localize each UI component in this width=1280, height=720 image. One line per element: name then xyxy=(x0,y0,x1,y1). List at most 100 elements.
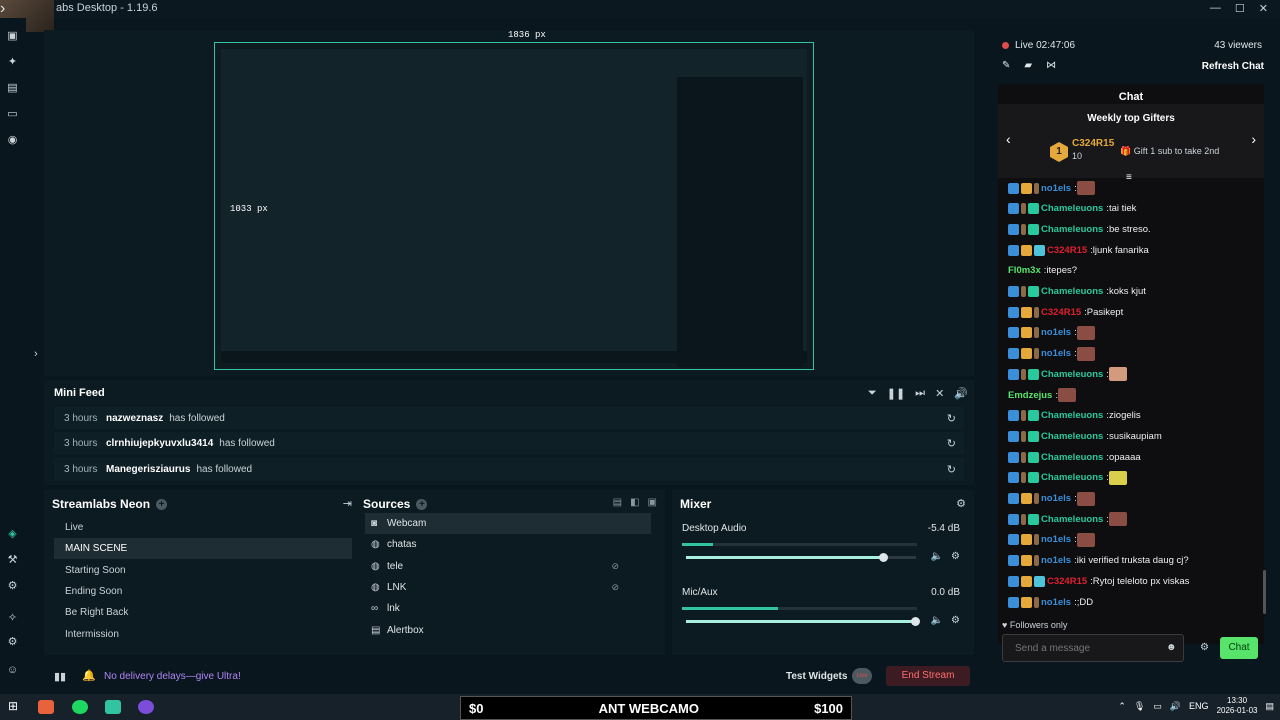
emote-icon[interactable] xyxy=(1076,325,1095,340)
collapse-gifters-icon[interactable]: ≡ xyxy=(1126,172,1132,183)
editor-preview[interactable]: 1836 px 1033 px xyxy=(44,30,974,376)
replay-icon[interactable]: ↻ xyxy=(947,412,956,425)
hidden-eye-icon[interactable]: ⊘ xyxy=(611,577,619,598)
blue-badge-icon[interactable] xyxy=(1008,286,1019,297)
bits-badge-icon[interactable] xyxy=(1034,182,1039,194)
scene-item[interactable]: Starting Soon xyxy=(54,560,352,581)
stats-icon[interactable]: ▮▮ xyxy=(54,670,66,683)
share-icon[interactable]: ⋈ xyxy=(1046,60,1056,71)
crown-badge-icon[interactable] xyxy=(1021,327,1032,339)
blue-badge-icon[interactable] xyxy=(1008,203,1019,215)
teal-badge-icon[interactable] xyxy=(1028,368,1039,380)
test-widgets-button[interactable]: Test Widgets xyxy=(786,671,847,682)
language-indicator[interactable]: ENG xyxy=(1189,701,1209,711)
scene-preview[interactable] xyxy=(214,42,814,370)
streamlabs-icon[interactable] xyxy=(105,700,121,714)
emote-icon[interactable] xyxy=(1076,491,1095,506)
user-icon[interactable]: ☺ xyxy=(6,664,19,677)
emote-icon[interactable] xyxy=(1076,181,1095,195)
chat-settings-icon[interactable]: ⚙ xyxy=(1200,642,1209,653)
replay-icon[interactable]: ↻ xyxy=(947,463,956,476)
editor-icon[interactable]: ▣ xyxy=(6,30,19,43)
volume-tray-icon[interactable]: 🔊 xyxy=(1170,701,1181,712)
studio-mode-icon[interactable]: ◈ xyxy=(6,528,19,541)
notification-icon[interactable]: 🔔 xyxy=(82,669,96,682)
teal-badge-icon[interactable] xyxy=(1028,286,1039,297)
pin-icon[interactable]: ▰ xyxy=(1024,60,1032,71)
crown-badge-icon[interactable] xyxy=(1021,555,1032,567)
teal-badge-icon[interactable] xyxy=(1028,410,1039,422)
bits-badge-icon[interactable] xyxy=(1021,203,1026,215)
bits-badge-icon[interactable] xyxy=(1021,223,1026,235)
crown-badge-icon[interactable] xyxy=(1021,493,1032,504)
sparkle-icon[interactable]: ✧ xyxy=(6,612,19,625)
teal-badge-icon[interactable] xyxy=(1028,451,1039,463)
scene-item[interactable]: Be Right Back xyxy=(54,602,352,623)
crown-badge-icon[interactable] xyxy=(1021,534,1032,546)
chat-username[interactable]: Emdzejus xyxy=(1008,390,1052,401)
emote-icon[interactable] xyxy=(1108,470,1127,485)
source-item[interactable]: ◍ LNK ⊘ xyxy=(365,577,651,598)
filter-icon[interactable]: ⏷ xyxy=(868,387,877,400)
group-icon[interactable]: ◧ xyxy=(630,497,639,508)
chat-username[interactable]: Chameleuons xyxy=(1041,224,1103,235)
emote-picker-icon[interactable]: ☻ xyxy=(1166,642,1177,653)
chat-username[interactable]: no1els xyxy=(1041,183,1071,194)
add-source-icon[interactable]: + xyxy=(416,498,428,510)
teal-badge-icon[interactable] xyxy=(1028,472,1039,484)
bits-badge-icon[interactable] xyxy=(1034,348,1039,360)
mute-alerts-icon[interactable]: ✕ xyxy=(935,387,944,400)
expand-left-icon[interactable]: › xyxy=(34,348,38,360)
ultra-promo-link[interactable]: No delivery delays—give Ultra! xyxy=(104,671,241,682)
next-gifter-icon[interactable]: › xyxy=(1251,131,1256,147)
channel-settings-icon[interactable]: ⚙ xyxy=(951,551,960,562)
bits-badge-icon[interactable] xyxy=(1021,513,1026,525)
mute-icon[interactable]: 🔈 xyxy=(931,615,943,626)
source-item[interactable]: ▤ Alertbox xyxy=(365,620,651,641)
bits-badge-icon[interactable] xyxy=(1034,493,1039,504)
source-item[interactable]: ∞ lnk xyxy=(365,598,651,619)
blue-badge-icon[interactable] xyxy=(1008,513,1019,525)
scene-transitions-icon[interactable]: ⇥ xyxy=(343,497,352,510)
chat-username[interactable]: no1els xyxy=(1041,555,1071,566)
layout-icon[interactable]: ▭ xyxy=(6,108,19,121)
start-icon[interactable]: ⊞ xyxy=(8,699,18,713)
teal-badge-icon[interactable] xyxy=(1028,223,1039,235)
bits-badge-icon[interactable] xyxy=(1021,286,1026,297)
bits-badge-icon[interactable] xyxy=(1034,327,1039,339)
chat-username[interactable]: no1els xyxy=(1041,327,1071,338)
send-chat-button[interactable]: Chat xyxy=(1220,637,1258,659)
settings-icon[interactable]: ⚙ xyxy=(6,636,19,649)
volume-slider-knob[interactable] xyxy=(878,553,888,562)
folder-icon[interactable]: ▤ xyxy=(613,497,622,508)
emote-icon[interactable] xyxy=(1108,367,1127,382)
blue-badge-icon[interactable] xyxy=(1008,575,1019,587)
notifications-icon[interactable]: ▤ xyxy=(1265,701,1274,712)
chat-username[interactable]: Chameleuons xyxy=(1041,472,1103,483)
chat-username[interactable]: C324R15 xyxy=(1047,245,1087,256)
scene-item[interactable]: Live xyxy=(54,517,352,538)
blue-badge-icon[interactable] xyxy=(1008,534,1019,546)
brave-icon[interactable] xyxy=(38,700,54,714)
bits-badge-icon[interactable] xyxy=(1034,555,1039,567)
tools-icon[interactable]: ⚒ xyxy=(6,554,19,567)
blue-badge-icon[interactable] xyxy=(1008,244,1019,256)
chat-username[interactable]: Chameleuons xyxy=(1041,203,1103,214)
bits-badge-icon[interactable] xyxy=(1034,306,1039,318)
chat-username[interactable]: Chameleuons xyxy=(1041,286,1103,297)
blue-badge-icon[interactable] xyxy=(1008,430,1019,442)
close-button[interactable]: ✕ xyxy=(1259,2,1268,15)
mic-icon[interactable]: 🎙 xyxy=(1134,701,1145,712)
blue-badge-icon[interactable] xyxy=(1008,306,1019,318)
chat-username[interactable]: no1els xyxy=(1041,534,1071,545)
minimize-button[interactable]: — xyxy=(1210,2,1221,15)
volume-slider[interactable] xyxy=(686,617,920,626)
collapse-chat-button[interactable]: › xyxy=(0,0,5,18)
chat-username[interactable]: no1els xyxy=(1041,348,1071,359)
pause-icon[interactable]: ❚❚ xyxy=(887,387,905,400)
bits-badge-icon[interactable] xyxy=(1021,451,1026,463)
chat-username[interactable]: no1els xyxy=(1041,493,1071,504)
blue-badge-icon[interactable] xyxy=(1008,596,1019,608)
chat-username[interactable]: Chameleuons xyxy=(1041,369,1103,380)
themes-icon[interactable]: ✦ xyxy=(6,56,19,69)
